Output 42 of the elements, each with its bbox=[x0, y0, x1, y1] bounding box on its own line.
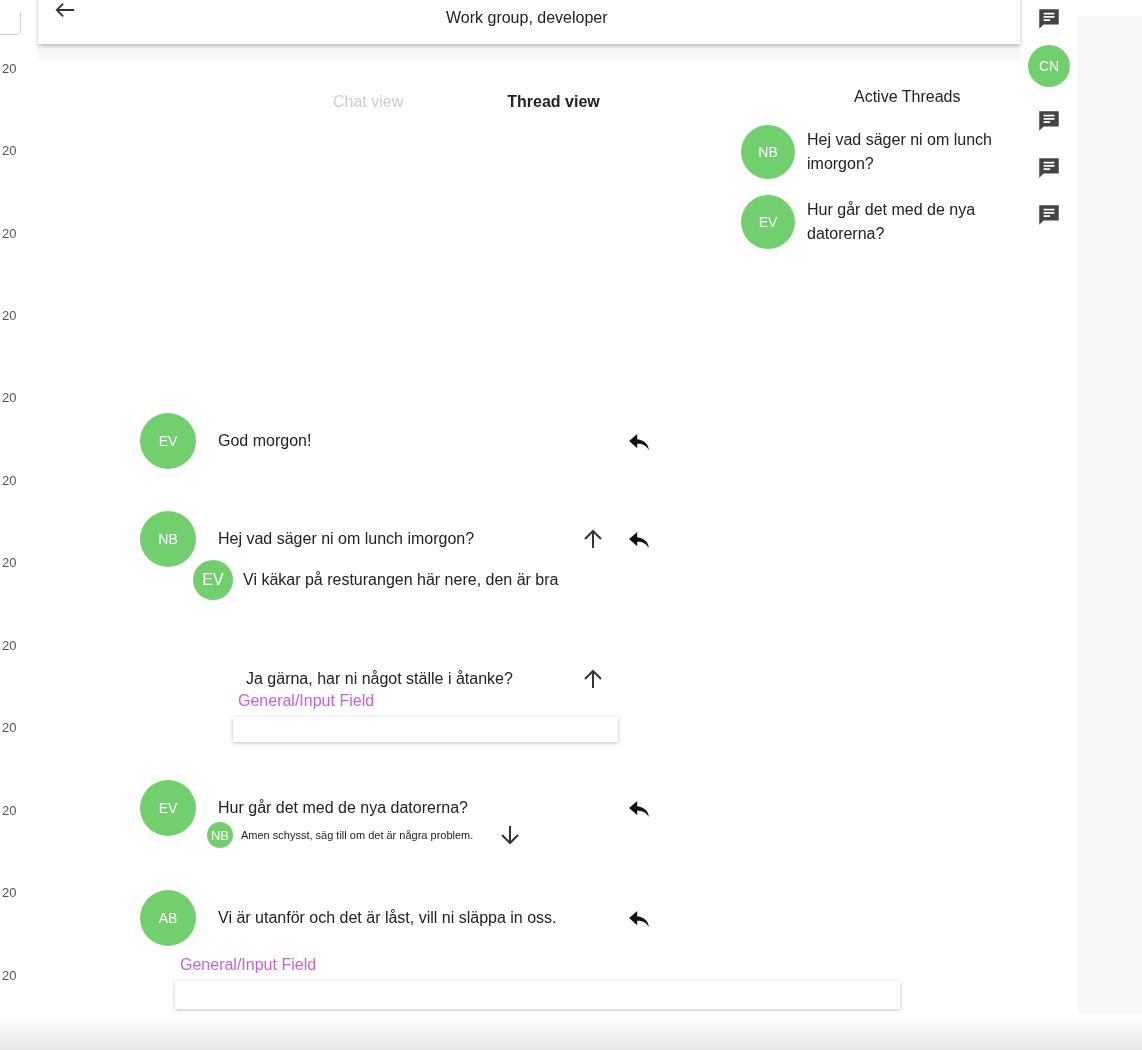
reply-text: Amen schysst, säg till om det är några problem. bbox=[241, 829, 474, 841]
reply-icon[interactable] bbox=[628, 531, 650, 549]
avatar: EV bbox=[140, 780, 196, 836]
row-label: 20 bbox=[1, 967, 18, 985]
row-label: 20 bbox=[1, 802, 18, 820]
message-text: Hej vad säger ni om lunch imorgon? bbox=[218, 530, 476, 548]
row-label: 20 bbox=[1, 225, 18, 243]
row-label: 20 bbox=[1, 637, 18, 655]
thread-preview[interactable]: Hur går det med de nya datorerna? bbox=[807, 198, 997, 246]
tab[interactable]: Thread view bbox=[507, 92, 600, 112]
reply-text: Ja gärna, har ni något ställe i åtanke? bbox=[246, 670, 514, 688]
reply-icon[interactable] bbox=[628, 433, 650, 451]
row-label: 20 bbox=[1, 60, 18, 78]
message-text: God morgon! bbox=[218, 432, 313, 450]
avatar: NB bbox=[741, 125, 795, 179]
avatar: EV bbox=[193, 560, 233, 600]
row-label: 20 bbox=[1, 390, 18, 408]
field-edge bbox=[0, 12, 21, 35]
header-title: Work group, developer bbox=[446, 9, 608, 27]
field-label: General/Input Field bbox=[180, 955, 318, 975]
row-label: 20 bbox=[1, 885, 18, 903]
reply-icon[interactable] bbox=[628, 910, 650, 928]
message-text: Hur går det med de nya datorerna? bbox=[218, 799, 469, 817]
avatar: AB bbox=[140, 890, 196, 946]
avatar: EV bbox=[741, 195, 795, 249]
reply-text: Vi käkar på resturangen här nere, den är bra bbox=[243, 571, 559, 589]
row-label: 20 bbox=[1, 307, 18, 325]
avatar: CN bbox=[1028, 45, 1070, 87]
avatar: EV bbox=[140, 413, 196, 469]
row-label: 20 bbox=[1, 555, 18, 573]
reply-icon[interactable] bbox=[628, 800, 650, 818]
thread-preview[interactable]: Hej vad säger ni om lunch imorgon? bbox=[807, 128, 997, 176]
input-field[interactable] bbox=[175, 981, 900, 1009]
section-title: Active Threads bbox=[854, 87, 962, 107]
row-label: 20 bbox=[1, 472, 18, 490]
avatar: NB bbox=[140, 511, 196, 567]
avatar: NB bbox=[207, 822, 233, 848]
row-label: 20 bbox=[1, 143, 18, 161]
message-text: Vi är utanför och det är låst, vill ni släppa in oss. bbox=[218, 909, 558, 927]
row-label: 20 bbox=[1, 720, 18, 738]
input-field[interactable] bbox=[233, 717, 618, 742]
field-label: General/Input Field bbox=[238, 691, 376, 711]
